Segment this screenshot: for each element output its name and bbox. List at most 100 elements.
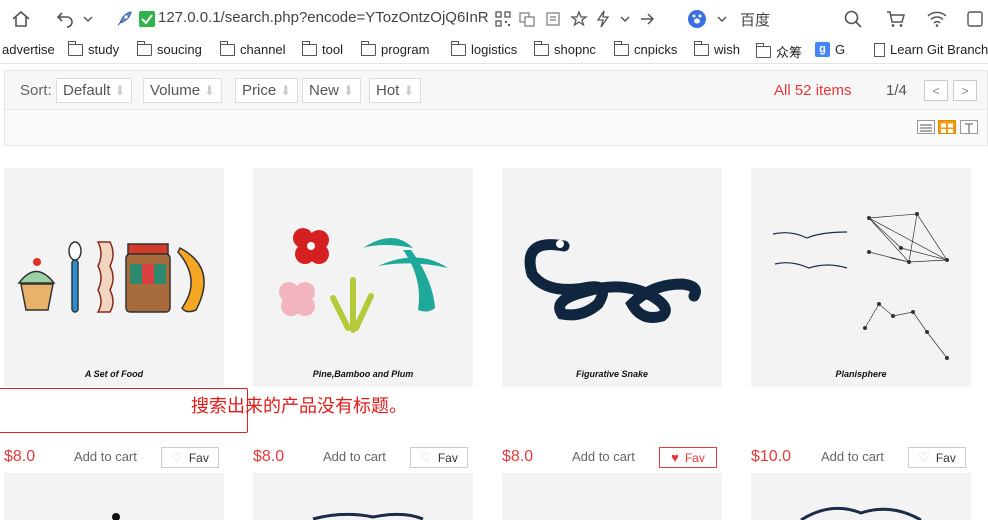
sort-new-button[interactable]: New ⬇ [302,78,361,103]
reader-icon[interactable] [542,8,564,30]
heart-icon: ♡ [171,449,183,465]
grid-view-icon[interactable] [938,120,956,134]
fav-label: Fav [684,450,705,465]
rocket-icon [113,8,135,30]
items-count: All 52 items [774,82,852,99]
fav-label: Fav [188,450,209,465]
folder-icon [301,40,317,56]
folder-icon [613,40,629,56]
add-to-cart-button[interactable]: Add to cart [74,449,137,464]
qr-code-icon[interactable] [492,8,514,30]
bookmark-label: program [381,42,430,57]
bookmark-logistics[interactable]: logistics [450,40,518,57]
bookmark-learn-git[interactable]: Learn Git Branch [874,42,988,57]
fav-button[interactable]: ♡ Fav [161,447,219,468]
sort-default-button[interactable]: Default ⬇ [56,78,133,103]
product-image[interactable]: Planisphere [751,168,971,387]
fav-button[interactable]: ♡ Fav [410,447,468,468]
product-caption[interactable]: A Set of Food [4,369,224,379]
product-image[interactable] [4,473,224,520]
folder-icon [67,40,83,56]
search-icon[interactable] [842,8,864,30]
search-engine-label[interactable]: 百度 [740,9,770,30]
prev-page-button[interactable]: < [924,80,948,101]
page-indicator: 1/4 [886,82,907,99]
arrow-right-icon[interactable] [636,8,658,30]
product-image[interactable] [751,473,971,520]
bookmark-shopnc[interactable]: shopnc [533,40,596,57]
sort-button-label: Volume [150,82,201,99]
product-image[interactable] [502,473,722,520]
product-image[interactable] [253,473,473,520]
bookmark-study[interactable]: study [67,40,119,57]
arrow-down-icon: ⬇ [204,82,215,98]
arrow-down-icon: ⬇ [114,82,126,98]
product-caption[interactable]: Figurative Snake [502,369,722,379]
bookmark-soucing[interactable]: soucing [136,40,202,57]
fav-button[interactable]: ♡ Fav [908,447,966,468]
product-card[interactable]: Pine,Bamboo and Plum [253,168,473,387]
product-image[interactable]: Pine,Bamboo and Plum [253,168,473,387]
wifi-icon[interactable] [926,8,948,30]
translate-icon[interactable] [516,8,538,30]
list-view-icon[interactable] [917,120,935,134]
fav-label: Fav [437,450,458,465]
add-to-cart-button[interactable]: Add to cart [821,449,884,464]
add-to-cart-button[interactable]: Add to cart [323,449,386,464]
cart-icon[interactable] [885,8,907,30]
text-view-icon[interactable] [960,120,978,134]
product-price: $8.0 [502,448,534,465]
bookmark-program[interactable]: program [360,40,430,57]
bookmark-tool[interactable]: tool [301,40,343,57]
bookmark-wish[interactable]: wish [693,40,741,57]
baidu-paw-icon[interactable] [686,8,708,30]
sort-price-button[interactable]: Price ⬇ [235,78,299,103]
view-mode-bar [4,110,988,146]
address-bar[interactable]: 127.0.0.1/search.php?encode=YTozOntzOjQ6… [158,9,488,26]
product-image[interactable]: Figurative Snake [502,168,722,387]
product-card[interactable]: A Set of Food [4,168,224,387]
product-caption[interactable]: Planisphere [751,369,971,379]
browser-toolbar: 127.0.0.1/search.php?encode=YTozOntzOjQ6… [0,0,988,38]
bookmark-google[interactable]: g G [815,42,845,57]
sort-button-label: New [309,82,340,99]
bookmark-label: wish [714,42,741,57]
google-icon: g [815,42,830,57]
arrow-down-icon: ⬇ [403,82,415,98]
add-to-cart-button[interactable]: Add to cart [572,449,635,464]
folder-icon [450,40,466,56]
extensions-icon[interactable] [964,8,986,30]
sort-bar: Sort: Default ⬇ Volume ⬇ Price ⬇ New ⬇ Hot ⬇ … [4,70,988,110]
sort-button-label: Hot [376,82,400,99]
sort-hot-button[interactable]: Hot ⬇ [369,78,422,103]
chevron-down-icon[interactable] [614,8,636,30]
bookmark-label: logistics [471,42,518,57]
heart-filled-icon: ♥ [671,450,679,465]
bookmark-advertise[interactable]: advertise [2,42,55,57]
sort-volume-button[interactable]: Volume ⬇ [143,78,222,103]
fav-label: Fav [935,450,956,465]
next-page-button[interactable]: > [953,80,977,101]
undo-icon[interactable] [54,8,76,30]
bookmark-channel[interactable]: channel [219,40,286,57]
bookmark-cnpicks[interactable]: cnpicks [613,40,677,57]
chevron-down-icon[interactable] [711,8,733,30]
home-icon[interactable] [10,8,32,30]
folder-icon [693,40,709,56]
folder-icon [219,40,235,56]
arrow-down-icon: ⬇ [343,82,354,98]
heart-icon: ♡ [420,449,432,465]
bookmark-label: soucing [157,42,202,57]
bookmark-label: tool [322,42,343,57]
product-image[interactable]: A Set of Food [4,168,224,387]
lightning-icon[interactable] [592,8,614,30]
sort-button-label: Default [63,82,111,99]
bookmark-crowdfunding[interactable]: 众筹 [755,42,802,61]
product-card[interactable]: Planisphere [751,168,971,387]
product-card[interactable]: Figurative Snake [502,168,722,387]
chevron-down-icon[interactable] [77,8,99,30]
fav-button-active[interactable]: ♥ Fav [659,447,717,468]
page-icon [874,42,885,57]
star-icon[interactable] [568,8,590,30]
product-caption[interactable]: Pine,Bamboo and Plum [253,369,473,379]
